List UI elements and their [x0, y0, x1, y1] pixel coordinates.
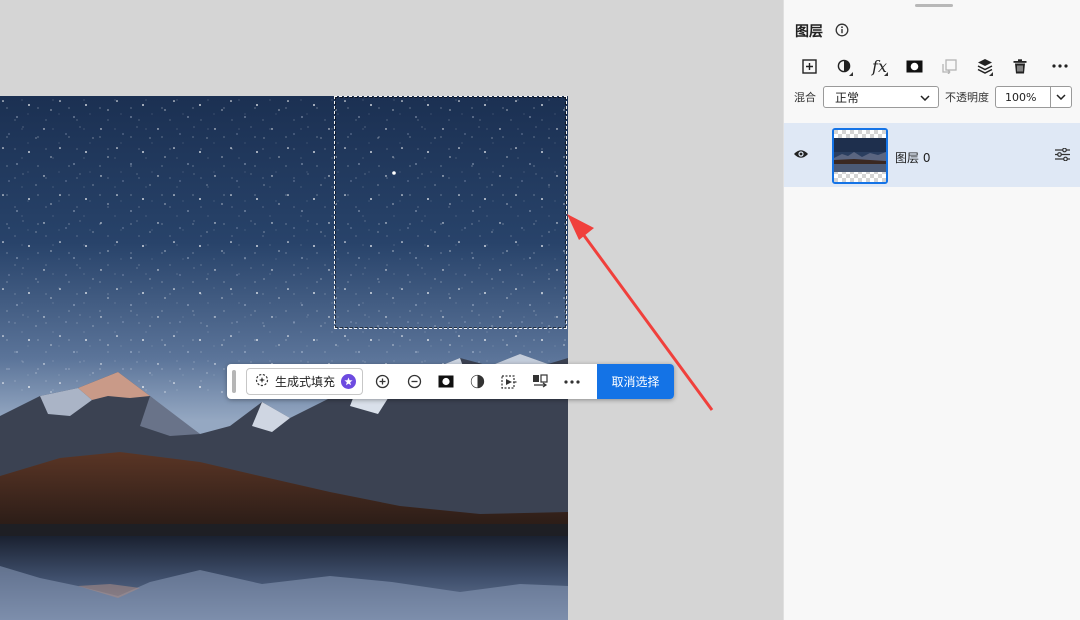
- taskbar-drag-handle[interactable]: [232, 370, 236, 393]
- marquee-selection[interactable]: [334, 96, 567, 329]
- fx-icon[interactable]: fx: [862, 53, 897, 79]
- chevron-down-icon: [920, 90, 930, 104]
- adjustment-layer-icon[interactable]: [827, 53, 862, 79]
- blend-mode-value: 正常: [835, 90, 860, 105]
- deselect-button[interactable]: 取消选择: [597, 364, 674, 399]
- info-icon[interactable]: [835, 23, 849, 40]
- transform-selection-icon[interactable]: [493, 368, 525, 396]
- clipping-mask-icon[interactable]: [932, 53, 967, 79]
- blend-mode-select[interactable]: 正常: [823, 86, 939, 108]
- submenu-corner-icon: [989, 72, 993, 76]
- invert-selection-icon[interactable]: [525, 368, 557, 396]
- eye-icon[interactable]: [793, 148, 809, 163]
- chevron-down-icon: [1056, 94, 1066, 100]
- blend-row: 混合 正常 不透明度: [794, 86, 1074, 108]
- submenu-corner-icon: [849, 72, 853, 76]
- blend-label: 混合: [794, 91, 816, 104]
- layer-properties-icon[interactable]: [1055, 147, 1070, 164]
- opacity-input[interactable]: [996, 87, 1051, 107]
- generative-fill-label: 生成式填充: [275, 375, 336, 389]
- canvas-workspace[interactable]: 生成式填充 取消选择: [0, 0, 783, 620]
- star-badge-icon: [341, 374, 357, 389]
- more-icon[interactable]: [556, 368, 588, 396]
- submenu-corner-icon: [884, 72, 888, 76]
- add-to-selection-icon[interactable]: [367, 368, 399, 396]
- mask-icon[interactable]: [897, 53, 932, 79]
- contextual-taskbar: 生成式填充 取消选择: [227, 364, 674, 399]
- adjustment-icon[interactable]: [462, 368, 494, 396]
- opacity-label: 不透明度: [945, 91, 989, 104]
- add-layer-icon[interactable]: [792, 53, 827, 79]
- layer-thumbnail[interactable]: [832, 128, 888, 184]
- layer-toolbar: fx: [792, 53, 1077, 79]
- trash-icon[interactable]: [1002, 53, 1037, 79]
- layers-panel: 图层 fx 混合 正常 不透明度 100% 图层 0: [783, 0, 1080, 620]
- more-icon[interactable]: [1042, 53, 1077, 79]
- subtract-selection-icon[interactable]: [399, 368, 431, 396]
- panel-title: 图层: [795, 24, 823, 40]
- opacity-dropdown-button[interactable]: [1051, 87, 1071, 107]
- opacity-control: [995, 86, 1072, 108]
- panel-drag-handle[interactable]: [915, 4, 953, 7]
- generative-fill-button[interactable]: 生成式填充: [246, 368, 364, 395]
- layer-row[interactable]: 图层 0: [784, 123, 1080, 187]
- mask-icon[interactable]: [430, 368, 462, 396]
- stack-icon[interactable]: [967, 53, 1002, 79]
- generative-fill-icon: [255, 373, 269, 390]
- layer-name[interactable]: 图层 0: [895, 149, 930, 166]
